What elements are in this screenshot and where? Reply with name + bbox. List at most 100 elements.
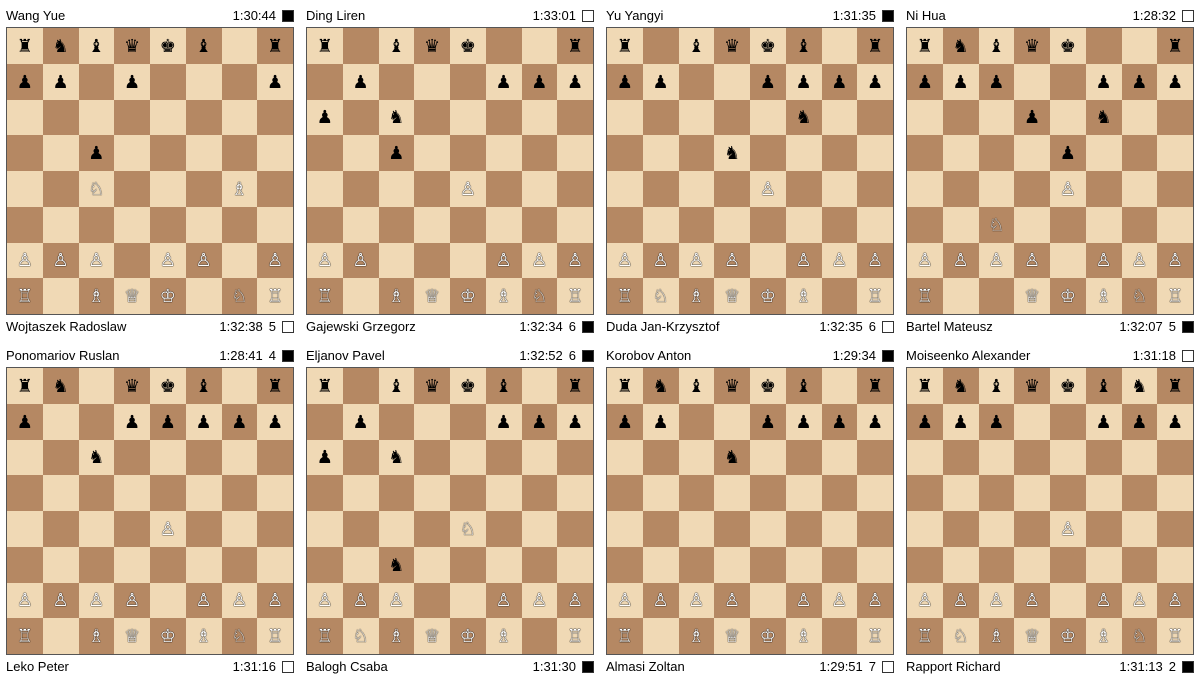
square-4-1 [643,171,679,207]
square-2-2 [79,440,115,476]
game-cell-6: Eljanov Pavel 1:32:52 6 Balogh Csaba 1:3… [300,340,600,680]
square-0-7 [1157,368,1193,404]
square-1-2 [379,64,415,100]
square-3-2 [979,135,1015,171]
black-time: 1:32:34 [519,319,562,334]
square-0-7 [557,368,593,404]
square-3-1 [943,135,979,171]
square-4-3 [714,171,750,207]
square-0-1 [343,368,379,404]
square-0-5 [786,368,822,404]
square-4-1 [943,171,979,207]
square-0-2 [979,28,1015,64]
square-6-3 [1014,243,1050,279]
white-player-info: Moiseenko Alexander 1:31:18 [906,348,1194,363]
square-7-6 [222,618,258,654]
square-3-0 [907,475,943,511]
square-3-1 [343,475,379,511]
black-time: 1:32:07 [1119,319,1162,334]
square-1-1 [943,64,979,100]
square-5-0 [607,547,643,583]
square-3-6 [1122,475,1158,511]
square-6-0 [607,243,643,279]
square-0-0 [7,368,43,404]
square-4-4 [150,511,186,547]
square-6-3 [714,243,750,279]
square-4-5 [1086,171,1122,207]
square-1-6 [822,404,858,440]
square-2-4 [1050,440,1086,476]
square-6-7 [1157,243,1193,279]
square-1-6 [522,404,558,440]
square-6-5 [186,243,222,279]
square-7-5 [486,278,522,314]
square-3-0 [307,135,343,171]
square-3-1 [343,135,379,171]
square-4-3 [714,511,750,547]
square-4-6 [522,511,558,547]
square-5-2 [679,547,715,583]
square-7-6 [222,278,258,314]
square-2-3 [714,440,750,476]
square-4-2 [379,171,415,207]
square-1-2 [379,404,415,440]
square-3-7 [557,135,593,171]
square-4-1 [343,171,379,207]
square-5-7 [857,207,893,243]
square-1-7 [1157,64,1193,100]
square-7-2 [379,618,415,654]
game-cell-3: Yu Yangyi 1:31:35 Duda Jan-Krzysztof 1:3… [600,0,900,340]
square-1-1 [43,64,79,100]
game-cell-5: Ponomariov Ruslan 1:28:41 4 Leko Peter 1… [0,340,300,680]
square-0-1 [43,368,79,404]
black-time: 1:31:13 [1119,659,1162,674]
square-4-7 [257,511,293,547]
square-3-4 [750,475,786,511]
square-2-1 [43,100,79,136]
square-4-4 [150,171,186,207]
square-7-4 [1050,278,1086,314]
square-1-4 [750,64,786,100]
square-5-2 [379,547,415,583]
square-1-7 [557,404,593,440]
square-1-1 [643,404,679,440]
square-3-5 [1086,475,1122,511]
square-7-3 [114,618,150,654]
white-player-name: Korobov Anton [606,348,691,363]
square-6-3 [714,583,750,619]
square-3-2 [379,135,415,171]
square-4-0 [307,511,343,547]
square-6-0 [7,243,43,279]
square-7-2 [379,278,415,314]
square-3-5 [486,135,522,171]
square-7-1 [943,278,979,314]
square-7-0 [307,618,343,654]
square-2-5 [486,100,522,136]
square-5-6 [222,207,258,243]
square-7-3 [414,618,450,654]
square-5-5 [786,547,822,583]
square-5-5 [486,547,522,583]
square-0-4 [150,368,186,404]
square-4-7 [857,511,893,547]
square-0-0 [307,368,343,404]
square-4-3 [414,511,450,547]
square-7-1 [343,618,379,654]
square-5-1 [43,207,79,243]
white-color-indicator [582,10,594,22]
square-4-4 [750,171,786,207]
square-2-0 [907,100,943,136]
square-5-1 [943,547,979,583]
square-1-0 [607,404,643,440]
square-0-1 [643,368,679,404]
square-6-7 [557,243,593,279]
square-1-6 [822,64,858,100]
square-3-3 [114,135,150,171]
square-5-6 [222,547,258,583]
square-6-5 [486,583,522,619]
square-1-3 [714,404,750,440]
square-5-3 [714,547,750,583]
square-0-1 [43,28,79,64]
square-6-6 [222,243,258,279]
square-6-7 [1157,583,1193,619]
